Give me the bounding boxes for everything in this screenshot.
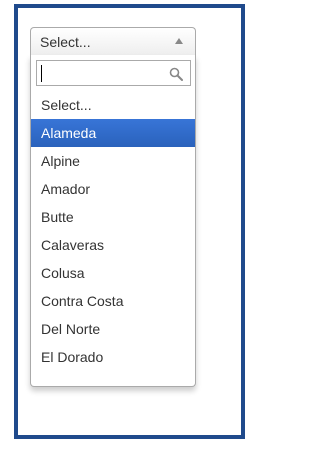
option-item-highlighted[interactable]: Alameda <box>31 119 195 147</box>
option-list: Select... Alameda Alpine Amador Butte Ca… <box>31 91 195 371</box>
option-item[interactable]: Calaveras <box>31 231 195 259</box>
option-item[interactable]: Select... <box>31 91 195 119</box>
caret-up-icon <box>175 38 183 44</box>
select-dropdown: Select... Alameda Alpine Amador Butte Ca… <box>30 55 196 387</box>
text-cursor <box>41 65 42 82</box>
option-item[interactable]: Colusa <box>31 259 195 287</box>
county-select-trigger[interactable]: Select... <box>30 27 196 55</box>
search-input[interactable] <box>41 63 161 83</box>
option-item[interactable]: El Dorado <box>31 343 195 371</box>
select-current-value: Select... <box>40 34 91 50</box>
option-item[interactable]: Alpine <box>31 147 195 175</box>
option-item[interactable]: Contra Costa <box>31 287 195 315</box>
option-item[interactable]: Del Norte <box>31 315 195 343</box>
search-icon <box>169 67 183 81</box>
option-item[interactable]: Amador <box>31 175 195 203</box>
option-item[interactable]: Butte <box>31 203 195 231</box>
search-field[interactable] <box>36 60 191 86</box>
